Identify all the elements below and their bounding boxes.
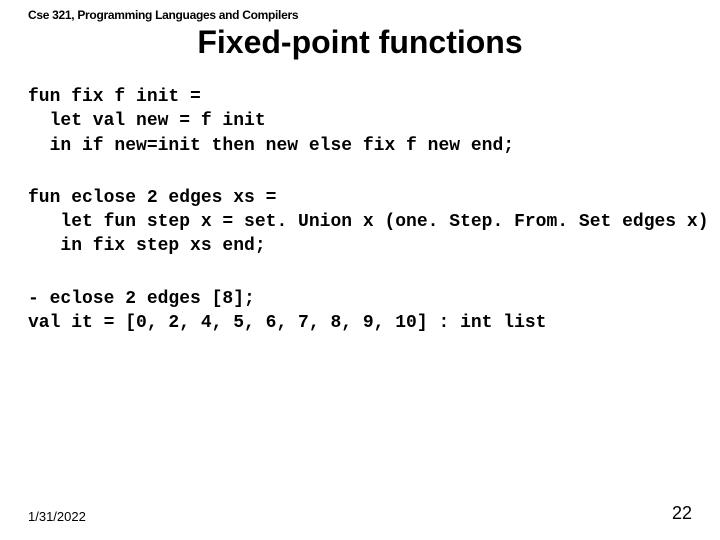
code-block-repl: - eclose 2 edges [8]; val it = [0, 2, 4,… — [28, 287, 692, 336]
slide: Cse 321, Programming Languages and Compi… — [0, 0, 720, 540]
code-block-fix: fun fix f init = let val new = f init in… — [28, 85, 692, 158]
footer-date: 1/31/2022 — [28, 509, 86, 524]
course-header: Cse 321, Programming Languages and Compi… — [28, 8, 692, 22]
footer-page-number: 22 — [672, 503, 692, 524]
code-block-eclose: fun eclose 2 edges xs = let fun step x =… — [28, 186, 692, 259]
slide-content: fun fix f init = let val new = f init in… — [28, 85, 692, 503]
slide-title: Fixed-point functions — [28, 24, 692, 61]
slide-footer: 1/31/2022 22 — [28, 503, 692, 528]
